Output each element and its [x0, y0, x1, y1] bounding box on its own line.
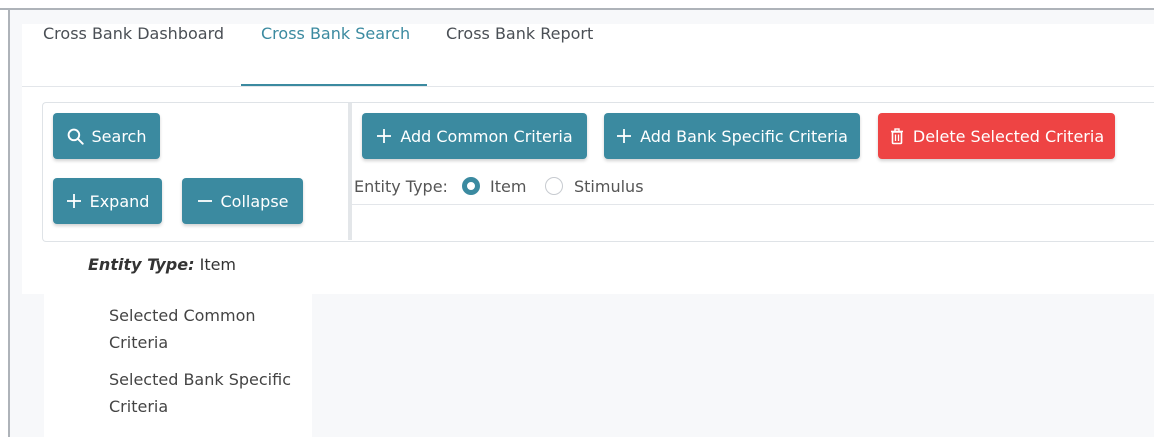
entity-type-item-label[interactable]: Item [490, 177, 526, 196]
collapse-button-label: Collapse [220, 191, 289, 211]
delete-selected-criteria-label: Delete Selected Criteria [912, 126, 1105, 146]
tab-cross-bank-dashboard[interactable]: Cross Bank Dashboard [43, 24, 224, 43]
add-common-criteria-label: Add Common Criteria [400, 126, 573, 146]
collapse-button[interactable]: Collapse [182, 178, 303, 224]
expand-button-label: Expand [89, 191, 150, 211]
tab-cross-bank-search[interactable]: Cross Bank Search [261, 24, 410, 43]
plus-icon [66, 193, 82, 209]
plus-icon [616, 128, 632, 144]
expand-button[interactable]: Expand [53, 178, 162, 224]
tab-cross-bank-report[interactable]: Cross Bank Report [446, 24, 593, 43]
add-common-criteria-button[interactable]: Add Common Criteria [362, 113, 587, 159]
summary-entity-type-value: Item [199, 255, 237, 274]
panel-splitter[interactable] [348, 103, 352, 240]
summary-entity-type: Entity Type: Item [88, 255, 236, 274]
entity-type-stimulus-radio[interactable] [545, 177, 563, 195]
tree-item-selected-bank-specific-criteria[interactable]: Selected Bank Specific Criteria [109, 366, 299, 420]
search-icon [67, 128, 84, 145]
entity-type-label: Entity Type: [354, 177, 448, 196]
entity-type-stimulus-label[interactable]: Stimulus [574, 177, 644, 196]
entity-type-item-radio[interactable] [462, 177, 480, 195]
active-tab-indicator [241, 84, 427, 86]
tree-item-selected-common-criteria[interactable]: Selected Common Criteria [109, 302, 299, 356]
entity-type-divider [352, 204, 1154, 205]
search-button-label: Search [91, 126, 147, 146]
summary-entity-type-key: Entity Type: [88, 255, 195, 274]
trash-icon [889, 127, 905, 145]
delete-selected-criteria-button[interactable]: Delete Selected Criteria [878, 113, 1115, 159]
minus-icon [197, 193, 213, 209]
add-bank-specific-criteria-label: Add Bank Specific Criteria [640, 126, 848, 146]
plus-icon [376, 128, 392, 144]
add-bank-specific-criteria-button[interactable]: Add Bank Specific Criteria [604, 113, 860, 159]
search-button[interactable]: Search [53, 113, 160, 159]
